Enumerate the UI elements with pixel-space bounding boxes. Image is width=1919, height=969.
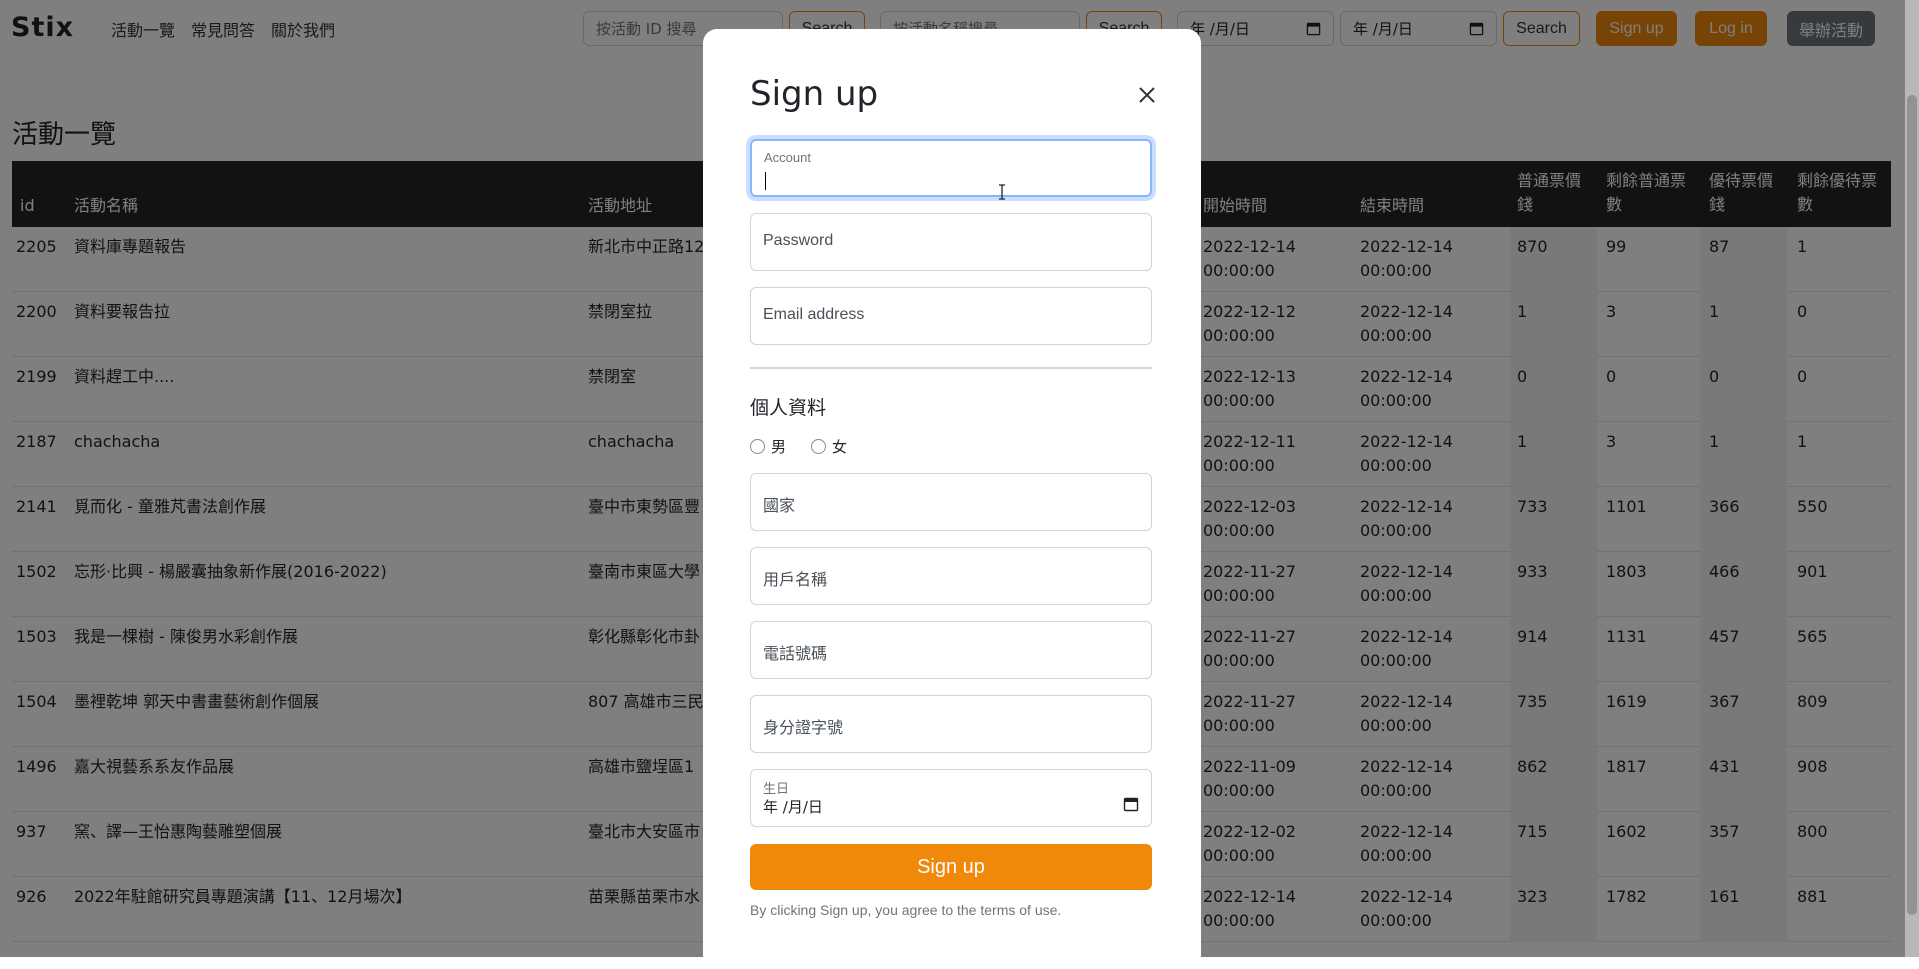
radio-male[interactable] (750, 439, 765, 454)
close-icon[interactable] (1133, 81, 1161, 109)
birthday-value: 年 /月/日 (763, 798, 823, 816)
terms-text: By clicking Sign up, you agree to the te… (750, 902, 1062, 918)
divider (750, 367, 1152, 369)
username-field[interactable]: 用戶名稱 (750, 547, 1152, 605)
text-caret (765, 172, 766, 190)
birthday-field[interactable]: 生日 年 /月/日 (750, 769, 1152, 827)
personal-info-heading: 個人資料 (750, 397, 827, 419)
scrollbar-thumb[interactable] (1907, 95, 1917, 915)
signup-submit-button[interactable]: Sign up (750, 844, 1152, 890)
phone-field[interactable]: 電話號碼 (750, 621, 1152, 679)
gender-female-option[interactable]: 女 (811, 436, 847, 457)
password-field[interactable]: Password (750, 213, 1152, 271)
calendar-icon[interactable] (1123, 796, 1139, 812)
email-field[interactable]: Email address (750, 287, 1152, 345)
country-field[interactable]: 國家 (750, 473, 1152, 531)
signup-modal: Sign up Account Password Email address 個… (703, 29, 1201, 969)
account-label: Account (764, 150, 811, 165)
birthday-label: 生日 (763, 781, 790, 796)
text-cursor-icon (999, 184, 1005, 200)
account-field[interactable]: Account (750, 139, 1152, 197)
radio-female[interactable] (811, 439, 826, 454)
gender-male-option[interactable]: 男 (750, 436, 786, 457)
scrollbar[interactable] (1905, 0, 1919, 957)
id-number-field[interactable]: 身分證字號 (750, 695, 1152, 753)
modal-title: Sign up (750, 74, 879, 114)
